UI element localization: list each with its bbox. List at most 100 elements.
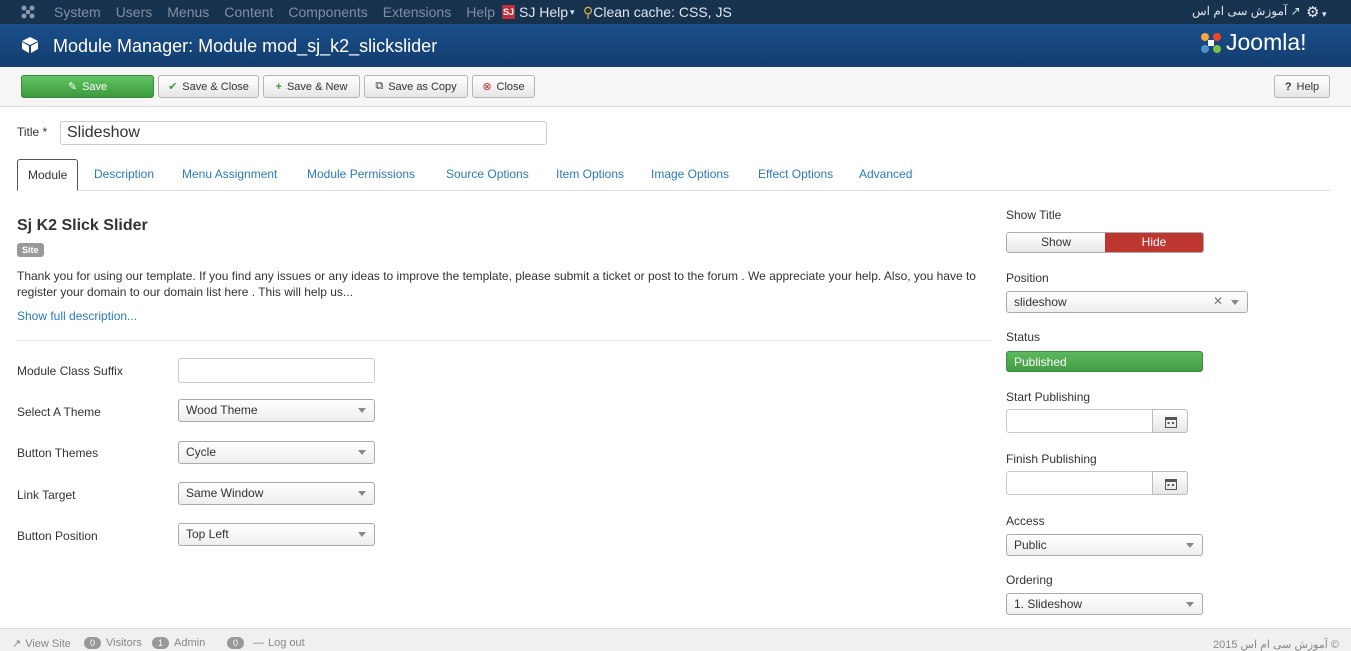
page-title: Module Manager: Module mod_sj_k2_slicksl… (53, 36, 438, 56)
help-button[interactable]: ? Help (1274, 75, 1330, 98)
show-title-label: Show Title (1006, 208, 1062, 222)
view-site-link[interactable]: ↗ View Site (12, 637, 71, 651)
caret-down-icon (1186, 602, 1194, 607)
class-suffix-input[interactable] (178, 358, 375, 383)
tab-module-permissions[interactable]: Module Permissions (307, 159, 415, 191)
save-close-button[interactable]: ✔ Save & Close (158, 75, 259, 98)
logout-label: Log out (268, 637, 305, 649)
external-link-icon: ↗ (12, 638, 22, 650)
menu-extensions[interactable]: Extensions (383, 4, 451, 20)
button-position-label: Button Position (17, 529, 98, 543)
save-new-button[interactable]: + Save & New (263, 75, 360, 98)
clean-cache-label: Clean cache: CSS, JS (593, 4, 732, 20)
tab-image-options[interactable]: Image Options (651, 159, 729, 191)
link-target-label: Link Target (17, 488, 76, 502)
button-themes-select[interactable]: Cycle (178, 441, 375, 464)
ordering-value: 1. Slideshow (1014, 597, 1083, 611)
menu-help[interactable]: Help (466, 4, 495, 20)
finish-publishing-label: Finish Publishing (1006, 452, 1097, 466)
status-label: Status (1006, 330, 1041, 344)
show-option[interactable]: Show (1007, 233, 1105, 252)
title-input[interactable] (60, 121, 547, 145)
caret-down-icon (358, 408, 366, 413)
menu-system[interactable]: System (54, 4, 101, 20)
show-title-toggle: Show Hide (1006, 232, 1204, 253)
check-icon: ✔ (168, 81, 178, 93)
class-suffix-label: Module Class Suffix (17, 364, 123, 378)
close-button[interactable]: ⊗ Close (472, 75, 535, 98)
start-publishing-input[interactable] (1006, 409, 1153, 433)
start-publishing-label: Start Publishing (1006, 390, 1091, 404)
position-label: Position (1006, 271, 1049, 285)
copyright: آموزش سی ام اس 2015 © (1213, 639, 1339, 651)
user-settings-menu[interactable]: ⚙ ▾ (1306, 3, 1326, 21)
joomla-icon[interactable] (20, 4, 36, 20)
finish-calendar-button[interactable] (1152, 471, 1188, 495)
tab-module[interactable]: Module (17, 159, 79, 191)
gear-icon: ⚙ (1306, 4, 1320, 21)
tab-menu-assignment[interactable]: Menu Assignment (182, 159, 277, 191)
sj-logo-icon: SJ (502, 5, 515, 19)
menu-components[interactable]: Components (288, 4, 367, 20)
title-label: Title * (17, 125, 48, 139)
joomla-logo: Joomla! (1198, 29, 1307, 56)
copy-icon: ⧉ (375, 80, 384, 92)
status-select[interactable]: Published (1006, 351, 1203, 372)
top-navbar: System Users Menus Content Components Ex… (0, 0, 1351, 24)
tab-advanced[interactable]: Advanced (859, 159, 912, 191)
save-close-label: Save & Close (182, 80, 249, 93)
messages-status[interactable]: 0 (227, 637, 249, 649)
save-new-label: Save & New (286, 80, 348, 93)
menu-menus[interactable]: Menus (167, 4, 209, 20)
status-footer: ↗ View Site 0 Visitors 1 Admin 0 — Log out آ… (0, 628, 1351, 651)
messages-count-badge: 0 (227, 637, 245, 649)
sj-help-menu[interactable]: SJ SJ Help ▾ (502, 4, 575, 20)
show-full-description-link[interactable]: Show full description... (17, 309, 137, 323)
hide-option[interactable]: Hide (1105, 233, 1203, 252)
help-label: Help (1296, 80, 1320, 93)
theme-value: Wood Theme (186, 403, 258, 417)
admin-menu: System Users Menus Content Components Ex… (54, 4, 510, 20)
view-site-label: View Site (25, 637, 71, 650)
clear-icon[interactable]: ✕ (1213, 294, 1223, 308)
position-value: slideshow (1014, 295, 1067, 309)
access-value: Public (1014, 538, 1047, 552)
caret-down-icon (358, 532, 366, 537)
caret-down-icon (1231, 300, 1239, 305)
access-select[interactable]: Public (1006, 534, 1203, 556)
save-button[interactable]: ✎ Save (21, 75, 154, 98)
joomla-brand-text: Joomla! (1226, 29, 1307, 55)
button-position-value: Top Left (186, 527, 229, 541)
link-target-select[interactable]: Same Window (178, 482, 375, 505)
site-badge: Site (17, 243, 44, 257)
theme-select[interactable]: Wood Theme (178, 399, 375, 422)
visitors-status: 0 Visitors (84, 637, 142, 649)
site-link-label: آموزش سی ام اس (1192, 4, 1288, 18)
sj-help-label: SJ Help (519, 4, 569, 20)
site-link[interactable]: آموزش سی ام اس ↗ (1192, 4, 1301, 18)
visitors-count-badge: 0 (84, 637, 102, 649)
menu-users[interactable]: Users (116, 4, 153, 20)
finish-publishing-input[interactable] (1006, 471, 1153, 495)
ordering-select[interactable]: 1. Slideshow (1006, 593, 1203, 615)
tab-source-options[interactable]: Source Options (446, 159, 529, 191)
save-copy-button[interactable]: ⧉ Save as Copy (364, 75, 468, 98)
theme-label: Select A Theme (17, 405, 101, 419)
tab-description[interactable]: Description (94, 159, 154, 191)
start-calendar-button[interactable] (1152, 409, 1188, 433)
calendar-icon (1165, 479, 1177, 490)
tab-item-options[interactable]: Item Options (556, 159, 624, 191)
caret-down-icon (1186, 543, 1194, 548)
admin-count-badge: 1 (152, 637, 170, 649)
button-position-select[interactable]: Top Left (178, 523, 375, 546)
page-header: Module Manager: Module mod_sj_k2_slicksl… (0, 24, 1351, 67)
caret-down-icon (358, 450, 366, 455)
position-select[interactable]: slideshow ✕ (1006, 291, 1248, 313)
external-link-icon: ↗ (1290, 4, 1301, 18)
admin-label: Admin (174, 637, 206, 649)
clean-cache-link[interactable]: ⚲Clean cache: CSS, JS (583, 4, 732, 21)
logout-link[interactable]: — Log out (253, 637, 305, 649)
divider (17, 340, 991, 341)
menu-content[interactable]: Content (224, 4, 273, 20)
tab-effect-options[interactable]: Effect Options (758, 159, 833, 191)
